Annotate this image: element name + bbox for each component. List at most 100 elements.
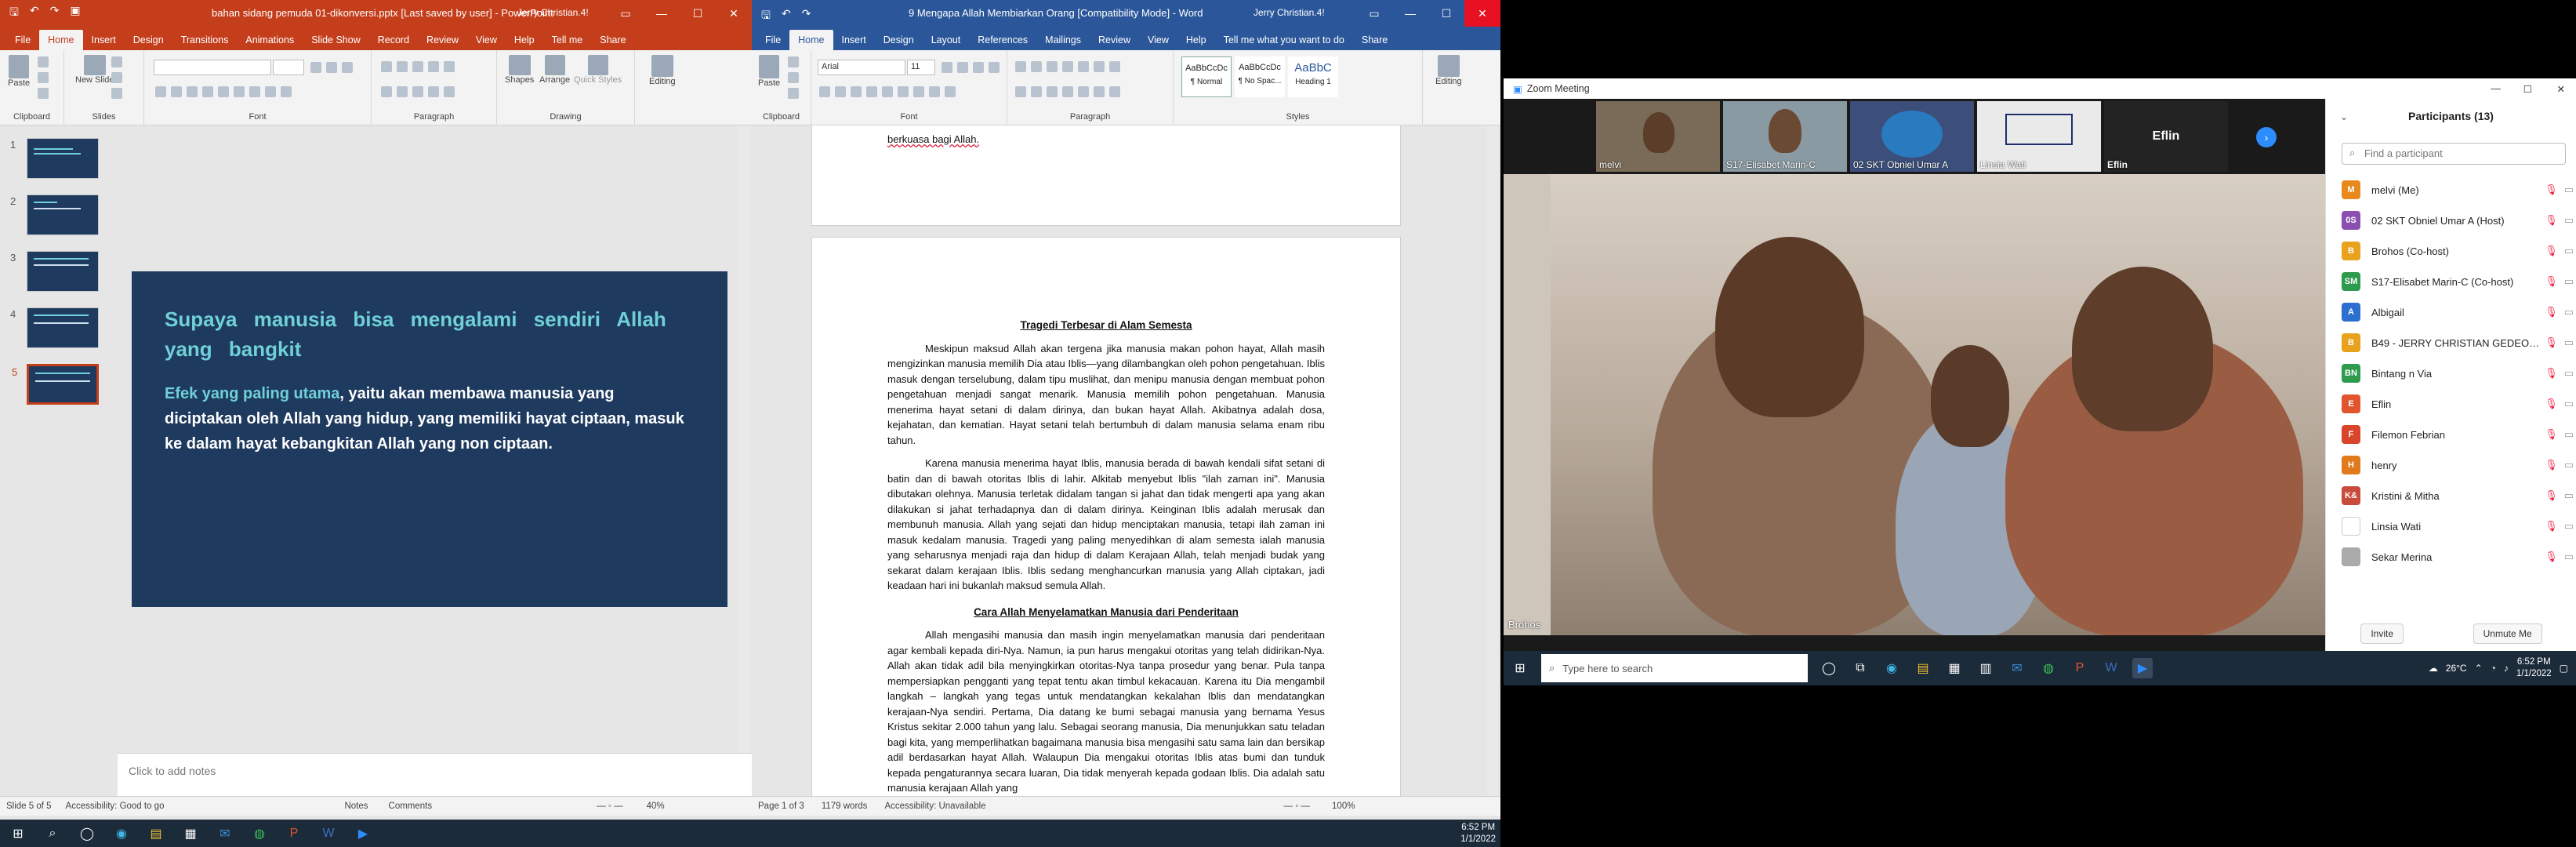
font-name-field[interactable]: Arial: [818, 60, 905, 75]
whatsapp-icon[interactable]: ◍: [2038, 658, 2059, 678]
close-icon[interactable]: ✕: [1464, 0, 1500, 27]
maximize-icon[interactable]: ☐: [1428, 0, 1464, 27]
ribbon-tab-home[interactable]: Home: [789, 30, 833, 50]
ribbon-tab-file[interactable]: File: [6, 30, 39, 50]
line-spacing-icon[interactable]: [444, 61, 455, 72]
grow-font-icon[interactable]: [942, 62, 952, 73]
file-explorer-icon[interactable]: ▤: [1913, 658, 1933, 678]
edge-icon[interactable]: ◉: [111, 823, 132, 844]
gallery-next-icon[interactable]: ›: [2256, 127, 2277, 147]
increase-indent-icon[interactable]: [1078, 61, 1089, 72]
participant-row[interactable]: Linsia Wati 🎙 ▭: [2342, 511, 2574, 542]
style-no-spacing[interactable]: AaBbCcDc ¶ No Spac...: [1235, 56, 1285, 97]
pilcrow-icon[interactable]: [1109, 61, 1120, 72]
ribbon-tab-tell-me[interactable]: Tell me: [543, 30, 592, 50]
network-icon[interactable]: ◔: [2491, 663, 2496, 674]
clock-left[interactable]: 6:52 PM 1/1/2022: [1460, 822, 1496, 845]
participant-row[interactable]: F Filemon Febrian 🎙 ▭: [2342, 419, 2574, 450]
search-icon[interactable]: ⌕: [42, 823, 63, 844]
word-taskbar-icon[interactable]: W: [318, 823, 339, 844]
arrange-button[interactable]: Arrange: [539, 55, 570, 85]
clear-format-icon[interactable]: [989, 62, 1000, 73]
sort-icon[interactable]: [1094, 61, 1105, 72]
layout-icon[interactable]: [111, 56, 122, 67]
ribbon-tab-references[interactable]: References: [969, 30, 1036, 50]
ribbon-tab-home[interactable]: Home: [39, 30, 83, 50]
clock-right[interactable]: 6:52 PM 1/1/2022: [2516, 656, 2552, 680]
section-icon[interactable]: [111, 88, 122, 99]
ribbon-tab-transitions[interactable]: Transitions: [172, 30, 238, 50]
ribbon-display-icon[interactable]: ▭: [608, 0, 644, 27]
ribbon-tab-layout[interactable]: Layout: [923, 30, 970, 50]
participant-search-input[interactable]: Find a participant: [2342, 143, 2566, 165]
justify-icon[interactable]: [1062, 86, 1073, 97]
subscript-icon[interactable]: [882, 86, 893, 97]
comments-toggle[interactable]: Comments: [389, 802, 433, 811]
word-user-name[interactable]: Jerry Christian.4!: [1254, 7, 1325, 18]
justify-icon[interactable]: [428, 86, 439, 97]
align-center-icon[interactable]: [1031, 86, 1042, 97]
bold-icon[interactable]: [155, 86, 166, 97]
shrink-font-icon[interactable]: [326, 62, 337, 73]
cortana-icon[interactable]: ◯: [1819, 658, 1839, 678]
font-name-field[interactable]: [154, 60, 271, 75]
undo-icon[interactable]: ↶: [782, 7, 791, 26]
copy-icon[interactable]: [38, 72, 49, 83]
participant-row[interactable]: Hhenry 🎙 ▭: [2342, 449, 2574, 481]
font-size-field[interactable]: [273, 60, 304, 75]
highlight-icon[interactable]: [265, 86, 276, 97]
save-icon[interactable]: 🖫: [761, 7, 771, 26]
align-right-icon[interactable]: [412, 86, 423, 97]
copy-icon[interactable]: [788, 72, 799, 83]
mail-icon[interactable]: ✉: [215, 823, 235, 844]
bullets-icon[interactable]: [381, 61, 392, 72]
editing-button[interactable]: Editing: [1435, 55, 1462, 86]
word-taskbar-icon[interactable]: W: [2101, 658, 2121, 678]
weather-temp[interactable]: 26°C: [2446, 663, 2467, 674]
editing-button[interactable]: Editing: [649, 55, 676, 86]
store-icon[interactable]: ▦: [1944, 658, 1965, 678]
notes-pane[interactable]: Click to add notes: [118, 753, 752, 796]
cut-icon[interactable]: [38, 56, 49, 67]
ribbon-display-icon[interactable]: ▭: [1356, 0, 1392, 27]
slide-heading[interactable]: Supaya manusia bisa mengalami sendiri Al…: [165, 304, 695, 364]
ribbon-tab-design[interactable]: Design: [875, 30, 923, 50]
ppt-user-name[interactable]: Jerry Christian.4!: [517, 7, 589, 18]
numbering-icon[interactable]: [397, 61, 408, 72]
quick-styles-button[interactable]: Quick Styles: [574, 55, 622, 85]
close-icon[interactable]: ✕: [2557, 83, 2565, 95]
shadow-icon[interactable]: [202, 86, 213, 97]
unmute-me-button[interactable]: Unmute Me: [2473, 623, 2542, 644]
ribbon-tab-animations[interactable]: Animations: [237, 30, 303, 50]
calculator-icon[interactable]: ▥: [1976, 658, 1996, 678]
accessibility-status[interactable]: Accessibility: Unavailable: [884, 802, 985, 811]
style-normal[interactable]: AaBbCcDc ¶ Normal: [1181, 56, 1232, 97]
gallery-tile[interactable]: S17-Elisabet Marin-C: [1723, 101, 1847, 172]
ribbon-tab-mailings[interactable]: Mailings: [1036, 30, 1090, 50]
slide-thumbnail[interactable]: 3: [10, 251, 99, 292]
font-size-field[interactable]: 11: [907, 60, 935, 75]
decrease-indent-icon[interactable]: [1062, 61, 1073, 72]
underline-icon[interactable]: [851, 86, 862, 97]
font-color-icon[interactable]: [281, 86, 292, 97]
ribbon-tab-insert[interactable]: Insert: [83, 30, 125, 50]
ribbon-tab-design[interactable]: Design: [125, 30, 172, 50]
bold-icon[interactable]: [819, 86, 830, 97]
paste-button[interactable]: Paste: [758, 55, 780, 88]
file-explorer-icon[interactable]: ▤: [146, 823, 166, 844]
powerpoint-taskbar-icon[interactable]: P: [284, 823, 304, 844]
present-icon[interactable]: ▣: [70, 4, 80, 23]
gallery-tile[interactable]: Eflin Eflin: [2104, 101, 2228, 172]
slide-canvas[interactable]: Supaya manusia bisa mengalami sendiri Al…: [132, 271, 727, 607]
strikethrough-icon[interactable]: [866, 86, 877, 97]
ribbon-tab-share[interactable]: Share: [1353, 30, 1396, 50]
weather-icon[interactable]: ☁: [2429, 663, 2438, 674]
store-icon[interactable]: ▦: [180, 823, 201, 844]
whatsapp-icon[interactable]: ◍: [249, 823, 270, 844]
decrease-indent-icon[interactable]: [412, 61, 423, 72]
word-vertical-scrollbar[interactable]: [1487, 125, 1498, 796]
ppt-zoom-slider[interactable]: — ◦ —: [597, 802, 622, 811]
page-count[interactable]: Page 1 of 3: [758, 802, 804, 811]
word-count[interactable]: 1179 words: [822, 802, 868, 811]
mail-icon[interactable]: ✉: [2007, 658, 2027, 678]
